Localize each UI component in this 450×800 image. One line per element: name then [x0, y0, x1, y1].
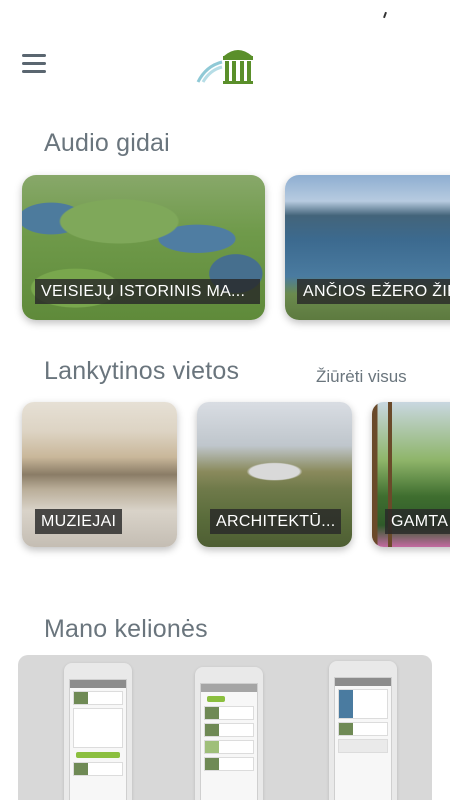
trips-preview-banner[interactable] — [18, 655, 432, 800]
place-label: MUZIEJAI — [35, 509, 123, 534]
audio-guides-title: Audio gidai — [44, 129, 170, 157]
phone-mockup — [195, 667, 263, 800]
place-label: GAMTA — [385, 509, 450, 534]
place-card-nature[interactable]: GAMTA — [372, 402, 450, 547]
audio-guide-card[interactable]: ANČIOS EŽERO ŽIE — [285, 175, 450, 320]
audio-guide-label: ANČIOS EŽERO ŽIE — [297, 279, 450, 304]
place-card-museums[interactable]: MUZIEJAI — [22, 402, 177, 547]
hamburger-menu-icon[interactable] — [22, 54, 48, 76]
status-bar-mark — [383, 11, 387, 19]
rotunda-logo-icon[interactable] — [196, 44, 256, 86]
phone-mockup — [64, 663, 132, 800]
place-label: ARCHITEKTŪ... — [210, 509, 342, 534]
see-all-link[interactable]: Žiūrėti visus — [316, 367, 407, 387]
place-card-architecture[interactable]: ARCHITEKTŪ... — [197, 402, 352, 547]
places-title: Lankytinos vietos — [44, 357, 240, 385]
phone-mockup — [329, 661, 397, 800]
app-header — [0, 30, 450, 102]
trips-title: Mano kelionės — [44, 615, 208, 643]
audio-guide-card[interactable]: VEISIEJŲ ISTORINIS MA... — [22, 175, 265, 320]
audio-guide-label: VEISIEJŲ ISTORINIS MA... — [35, 279, 260, 304]
